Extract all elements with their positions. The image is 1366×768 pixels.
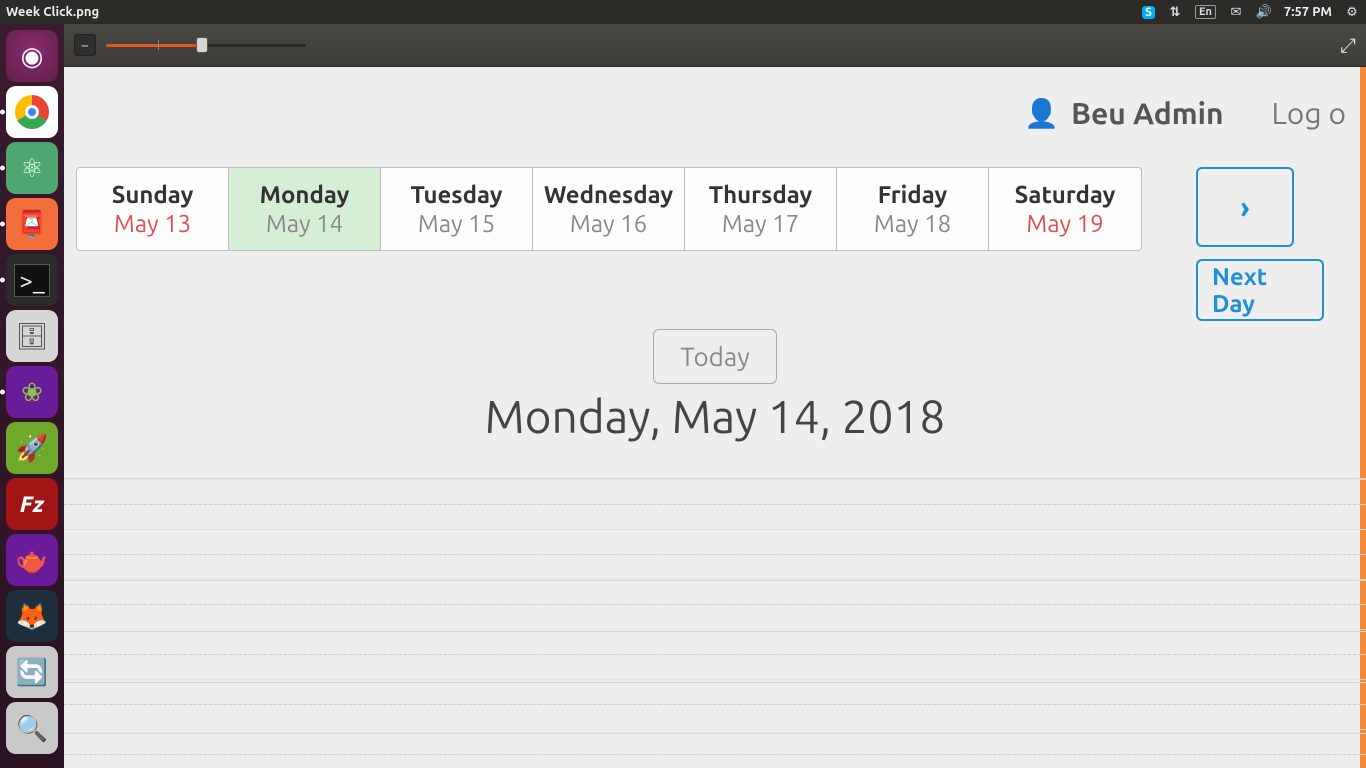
logout-link[interactable]: Log o bbox=[1272, 96, 1347, 130]
next-day-button[interactable]: Next Day bbox=[1196, 259, 1324, 321]
selected-full-date: Monday, May 14, 2018 bbox=[64, 390, 1366, 442]
day-cell-tuesday[interactable]: TuesdayMay 15 bbox=[381, 168, 533, 250]
day-date: May 16 bbox=[570, 210, 647, 237]
leaf-icon: ❀ bbox=[21, 379, 43, 405]
day-name: Sunday bbox=[112, 181, 194, 208]
today-label: Today bbox=[680, 342, 750, 371]
launcher-firefox[interactable]: 🦊 bbox=[6, 590, 58, 642]
day-cell-monday[interactable]: MondayMay 14 bbox=[229, 168, 381, 250]
chrome-icon bbox=[15, 95, 49, 129]
clock[interactable]: 7:57 PM bbox=[1284, 5, 1332, 19]
time-slot-divider bbox=[64, 604, 1366, 605]
launcher-terminal[interactable]: >_ bbox=[6, 254, 58, 306]
terminal-icon: >_ bbox=[14, 264, 49, 297]
postman-icon: 📮 bbox=[16, 211, 48, 237]
next-week-button[interactable]: › bbox=[1196, 167, 1294, 247]
mail-icon[interactable]: ✉ bbox=[1228, 4, 1244, 20]
running-indicator-icon bbox=[0, 390, 5, 395]
app-header: 👤 Beu Admin Log o bbox=[64, 67, 1366, 159]
week-day-picker: SundayMay 13MondayMay 14TuesdayMay 15Wed… bbox=[76, 167, 1142, 251]
day-date: May 14 bbox=[266, 210, 343, 237]
atom-icon: ⚛ bbox=[20, 155, 43, 181]
day-date: May 15 bbox=[418, 210, 495, 237]
update-icon: 🔄 bbox=[16, 659, 48, 685]
day-date: May 18 bbox=[874, 210, 951, 237]
day-name: Wednesday bbox=[544, 181, 673, 208]
rocket-icon: 🚀 bbox=[16, 435, 48, 461]
day-date: May 13 bbox=[114, 210, 191, 237]
launcher-screenshot-tool[interactable]: 🔍 bbox=[6, 702, 58, 754]
time-slot-divider bbox=[64, 504, 1366, 505]
image-viewer-window: − ⤢ 👤 Beu Admin Log o SundayMay bbox=[64, 24, 1366, 768]
minus-icon: − bbox=[81, 37, 89, 53]
files-icon: 🗄 bbox=[15, 323, 48, 349]
logout-label: Log o bbox=[1272, 96, 1347, 130]
ubuntu-launcher: ◉ ⚛ 📮 >_ 🗄 ❀ 🚀 Fz 🫖 🦊 🔄 🔍 bbox=[0, 24, 64, 768]
running-indicator-icon bbox=[0, 278, 5, 283]
magnifier-icon: 🔍 bbox=[16, 715, 48, 741]
system-tray: S ⇅ En ✉ 🔊 7:57 PM ⚙ bbox=[1142, 4, 1360, 20]
fullscreen-icon: ⤢ bbox=[1340, 33, 1356, 56]
session-gear-icon[interactable]: ⚙ bbox=[1344, 4, 1360, 20]
zoom-out-button[interactable]: − bbox=[74, 34, 96, 56]
running-indicator-icon bbox=[0, 166, 5, 171]
zoom-slider[interactable] bbox=[106, 42, 306, 48]
user-icon: 👤 bbox=[1024, 97, 1059, 130]
today-button[interactable]: Today bbox=[653, 329, 777, 384]
day-cell-saturday[interactable]: SaturdayMay 19 bbox=[989, 168, 1141, 250]
day-cell-sunday[interactable]: SundayMay 13 bbox=[77, 168, 229, 250]
day-name: Saturday bbox=[1015, 181, 1116, 208]
day-cell-thursday[interactable]: ThursdayMay 17 bbox=[685, 168, 837, 250]
launcher-dash[interactable]: ◉ bbox=[6, 30, 58, 82]
filezilla-icon: Fz bbox=[20, 492, 44, 517]
slider-thumb[interactable] bbox=[196, 37, 208, 53]
day-cell-wednesday[interactable]: WednesdayMay 16 bbox=[533, 168, 685, 250]
launcher-software-updater[interactable]: 🔄 bbox=[6, 646, 58, 698]
user-name: Beu Admin bbox=[1071, 96, 1223, 130]
time-slot-divider bbox=[64, 704, 1366, 705]
day-name: Thursday bbox=[709, 181, 813, 208]
slider-track bbox=[202, 44, 306, 47]
running-indicator-icon bbox=[0, 222, 5, 227]
next-day-label: Next Day bbox=[1212, 263, 1308, 317]
launcher-files[interactable]: 🗄 bbox=[6, 310, 58, 362]
slider-fill bbox=[106, 44, 202, 47]
time-slot-divider bbox=[64, 554, 1366, 555]
launcher-postman[interactable]: 📮 bbox=[6, 198, 58, 250]
launcher-filezilla[interactable]: Fz bbox=[6, 478, 58, 530]
firefox-icon: 🦊 bbox=[16, 603, 48, 629]
lamp-icon: 🫖 bbox=[16, 547, 48, 573]
day-name: Monday bbox=[260, 181, 350, 208]
keyboard-layout-indicator[interactable]: En bbox=[1195, 5, 1216, 19]
skype-icon[interactable]: S bbox=[1142, 6, 1155, 19]
launcher-chrome[interactable] bbox=[6, 86, 58, 138]
image-viewer-toolbar: − ⤢ bbox=[64, 24, 1366, 66]
day-cell-friday[interactable]: FridayMay 18 bbox=[837, 168, 989, 250]
volume-icon[interactable]: 🔊 bbox=[1256, 4, 1272, 20]
displayed-screenshot: 👤 Beu Admin Log o SundayMay 13MondayMay … bbox=[64, 66, 1366, 768]
day-name: Tuesday bbox=[410, 181, 502, 208]
day-name: Friday bbox=[878, 181, 947, 208]
window-title: Week Click.png bbox=[6, 5, 99, 19]
launcher-lamp-app[interactable]: 🫖 bbox=[6, 534, 58, 586]
running-indicator-icon bbox=[0, 110, 5, 115]
time-slot-divider bbox=[64, 654, 1366, 655]
current-user[interactable]: 👤 Beu Admin bbox=[1024, 96, 1223, 130]
day-date: May 19 bbox=[1026, 210, 1103, 237]
time-slot-divider bbox=[64, 754, 1366, 755]
fullscreen-button[interactable]: ⤢ bbox=[1340, 33, 1356, 57]
network-icon[interactable]: ⇅ bbox=[1167, 4, 1183, 20]
launcher-atom[interactable]: ⚛ bbox=[6, 142, 58, 194]
chevron-right-icon: › bbox=[1240, 190, 1249, 224]
ubuntu-dash-icon: ◉ bbox=[21, 43, 44, 69]
ubuntu-top-panel: Week Click.png S ⇅ En ✉ 🔊 7:57 PM ⚙ bbox=[0, 0, 1366, 24]
day-date: May 17 bbox=[722, 210, 799, 237]
slider-tick-icon bbox=[158, 40, 159, 50]
schedule-grid[interactable] bbox=[64, 478, 1366, 768]
launcher-rocket-app[interactable]: 🚀 bbox=[6, 422, 58, 474]
launcher-robomongo[interactable]: ❀ bbox=[6, 366, 58, 418]
